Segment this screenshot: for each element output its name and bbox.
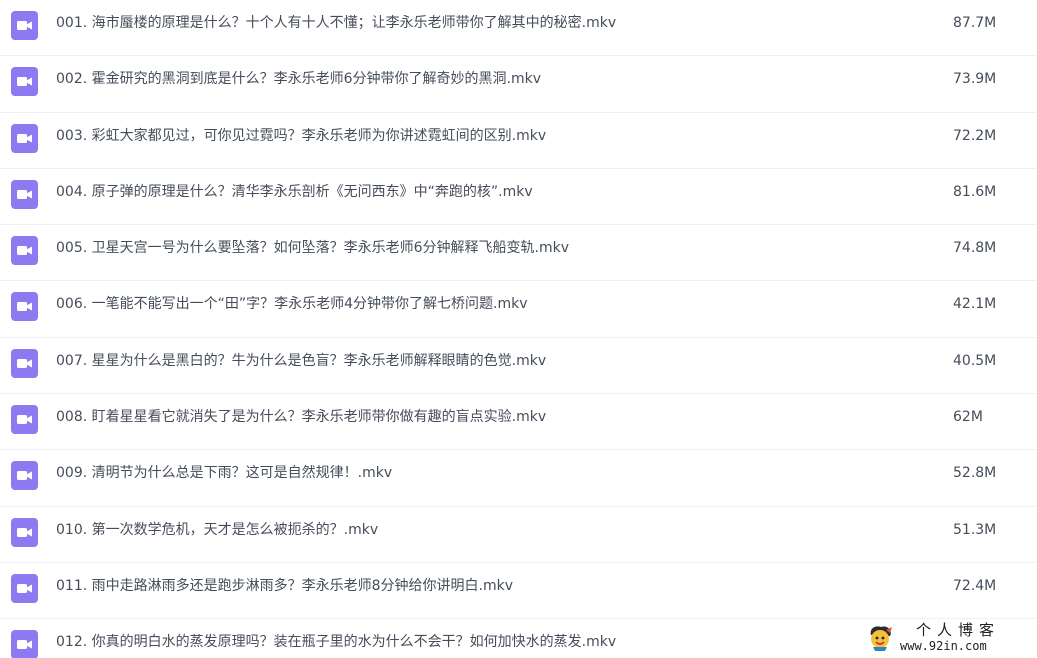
file-name: 010. 第一次数学危机，天才是怎么被扼杀的？.mkv bbox=[56, 521, 379, 538]
file-row[interactable]: 006. 一笔能不能写出一个“田”字？李永乐老师4分钟带你了解七桥问题.mkv … bbox=[0, 281, 1037, 338]
file-row[interactable]: 007. 星星为什么是黑白的？牛为什么是色盲？李永乐老师解释眼睛的色觉.mkv … bbox=[0, 338, 1037, 395]
file-list: 001. 海市蜃楼的原理是什么？十个人有十人不懂；让李永乐老师带你了解其中的秘密… bbox=[0, 0, 1037, 658]
file-name: 002. 霍金研究的黑洞到底是什么？李永乐老师6分钟带你了解奇妙的黑洞.mkv bbox=[56, 71, 542, 88]
file-size: 72.2M bbox=[953, 127, 997, 144]
watermark-url: www.92in.com bbox=[900, 639, 987, 653]
file-size: 81.6M bbox=[953, 183, 997, 200]
file-size: 52.8M bbox=[953, 465, 997, 482]
file-size: 74.8M bbox=[953, 240, 997, 257]
video-file-icon bbox=[11, 517, 38, 547]
file-name: 003. 彩虹大家都见过，可你见过霓吗？李永乐老师为你讲述霓虹间的区别.mkv bbox=[56, 127, 547, 144]
video-file-icon bbox=[11, 630, 38, 658]
video-file-icon bbox=[11, 123, 38, 153]
video-file-icon bbox=[11, 405, 38, 435]
file-row[interactable]: 008. 盯着星星看它就消失了是为什么？李永乐老师带你做有趣的盲点实验.mkv … bbox=[0, 394, 1037, 451]
video-file-icon bbox=[11, 461, 38, 491]
file-row[interactable]: 001. 海市蜃楼的原理是什么？十个人有十人不懂；让李永乐老师带你了解其中的秘密… bbox=[0, 0, 1037, 57]
file-row[interactable]: 004. 原子弹的原理是什么？清华李永乐剖析《无问西东》中“奔跑的核”.mkv … bbox=[0, 169, 1037, 226]
file-row[interactable]: 002. 霍金研究的黑洞到底是什么？李永乐老师6分钟带你了解奇妙的黑洞.mkv … bbox=[0, 56, 1037, 113]
file-name: 011. 雨中走路淋雨多还是跑步淋雨多？李永乐老师8分钟给你讲明白.mkv bbox=[56, 577, 514, 594]
file-size: 42.1M bbox=[953, 296, 997, 313]
file-row[interactable]: 003. 彩虹大家都见过，可你见过霓吗？李永乐老师为你讲述霓虹间的区别.mkv … bbox=[0, 113, 1037, 169]
file-name: 007. 星星为什么是黑白的？牛为什么是色盲？李永乐老师解释眼睛的色觉.mkv bbox=[56, 352, 547, 369]
file-size: 72.4M bbox=[953, 577, 997, 594]
file-size: 51.3M bbox=[953, 521, 997, 538]
file-name: 006. 一笔能不能写出一个“田”字？李永乐老师4分钟带你了解七桥问题.mkv bbox=[56, 296, 528, 313]
file-row[interactable]: 005. 卫星天宫一号为什么要坠落？如何坠落？李永乐老师6分钟解释飞船变轨.mk… bbox=[0, 225, 1037, 282]
video-file-icon bbox=[11, 67, 38, 97]
file-name: 008. 盯着星星看它就消失了是为什么？李永乐老师带你做有趣的盲点实验.mkv bbox=[56, 409, 547, 426]
file-name: 001. 海市蜃楼的原理是什么？十个人有十人不懂；让李永乐老师带你了解其中的秘密… bbox=[56, 15, 617, 31]
blog-watermark: 个人博客 www.92in.com bbox=[866, 622, 1026, 656]
file-row[interactable]: 009. 清明节为什么总是下雨？这可是自然规律！.mkv 52.8M bbox=[0, 450, 1037, 507]
file-size: 62M bbox=[953, 409, 983, 426]
video-file-icon bbox=[11, 573, 38, 603]
file-row[interactable]: 010. 第一次数学危机，天才是怎么被扼杀的？.mkv 51.3M bbox=[0, 507, 1037, 563]
video-file-icon bbox=[11, 179, 38, 209]
file-size: 87.7M bbox=[953, 15, 997, 31]
watermark-title: 个人博客 bbox=[916, 621, 1001, 639]
file-name: 012. 你真的明白水的蒸发原理吗？装在瓶子里的水为什么不会干？如何加快水的蒸发… bbox=[56, 634, 617, 651]
file-name: 009. 清明节为什么总是下雨？这可是自然规律！.mkv bbox=[56, 465, 393, 482]
video-file-icon bbox=[11, 348, 38, 378]
video-file-icon bbox=[11, 11, 38, 40]
file-row[interactable]: 011. 雨中走路淋雨多还是跑步淋雨多？李永乐老师8分钟给你讲明白.mkv 72… bbox=[0, 563, 1037, 620]
file-size: 40.5M bbox=[953, 352, 997, 369]
file-name: 004. 原子弹的原理是什么？清华李永乐剖析《无问西东》中“奔跑的核”.mkv bbox=[56, 183, 533, 200]
file-name: 005. 卫星天宫一号为什么要坠落？如何坠落？李永乐老师6分钟解释飞船变轨.mk… bbox=[56, 240, 570, 257]
file-size: 73.9M bbox=[953, 71, 997, 88]
video-file-icon bbox=[11, 236, 38, 266]
mascot-logo-icon bbox=[866, 624, 894, 652]
video-file-icon bbox=[11, 292, 38, 322]
